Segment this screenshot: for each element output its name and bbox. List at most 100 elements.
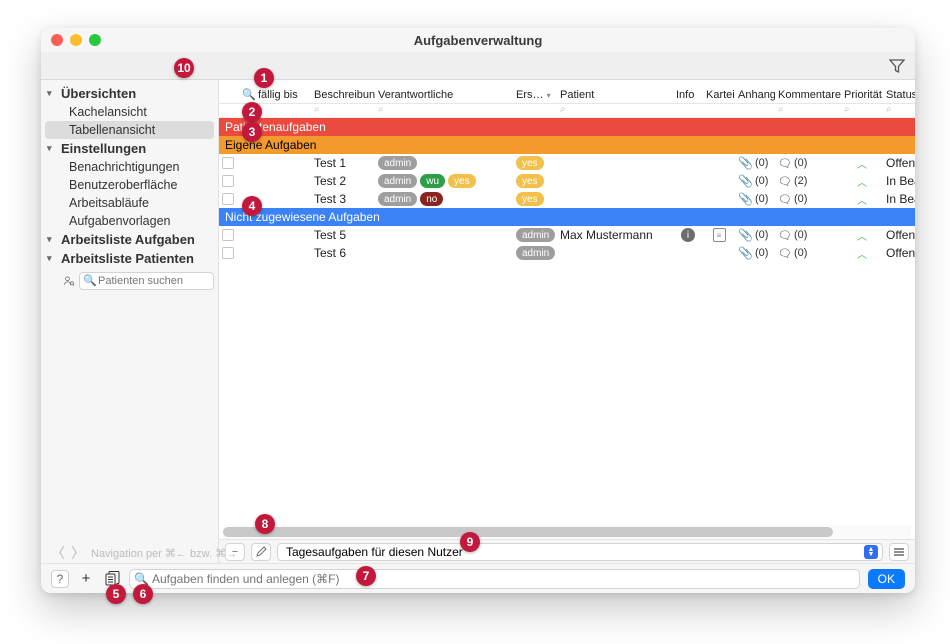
horizontal-scrollbar[interactable] bbox=[223, 525, 911, 539]
comment-icon: 🗨 bbox=[778, 229, 792, 242]
add-button[interactable]: + bbox=[77, 570, 95, 588]
row-checkbox[interactable] bbox=[222, 247, 234, 259]
col-search[interactable]: 🔍 bbox=[239, 88, 255, 101]
sidebar-item-tileview[interactable]: Kachelansicht bbox=[41, 103, 218, 121]
ok-button[interactable]: OK bbox=[868, 569, 905, 589]
patient-search-input[interactable] bbox=[79, 272, 214, 290]
help-button[interactable]: ? bbox=[51, 570, 69, 588]
select-stepper-icon: ▲▼ bbox=[864, 545, 878, 559]
paperclip-icon: 📎 bbox=[738, 174, 753, 188]
cell-status: Offen bbox=[883, 244, 915, 262]
col-due[interactable]: fällig bis bbox=[255, 89, 311, 101]
chevron-up-icon: ︿ bbox=[857, 174, 867, 189]
scroll-thumb[interactable] bbox=[223, 527, 833, 537]
annotation-marker-2: 2 bbox=[242, 102, 262, 122]
list-mode-button[interactable] bbox=[889, 543, 909, 561]
sidebar-group-label: Einstellungen bbox=[61, 141, 146, 156]
cell-desc: Test 3 bbox=[311, 190, 375, 208]
comment-icon: 🗨 bbox=[778, 247, 792, 260]
cell-ers: admin bbox=[513, 226, 557, 244]
cell-anhang: 📎(0) bbox=[735, 244, 775, 262]
paperclip-icon: 📎 bbox=[738, 192, 753, 206]
table-row[interactable]: Test 3 adminno yes 📎(0) 🗨(0) ︿ In Bear… bbox=[219, 190, 915, 208]
group-patient-tasks[interactable]: Patientenaufgaben bbox=[219, 118, 915, 136]
pill-admin: admin bbox=[378, 156, 417, 170]
cell-anhang: 📎(0) bbox=[735, 226, 775, 244]
task-search-input[interactable] bbox=[129, 569, 860, 589]
cell-anhang: 📎(0) bbox=[735, 154, 775, 172]
table-row[interactable]: Test 1 admin yes 📎(0) 🗨(0) ︿ Offen bbox=[219, 154, 915, 172]
group-own-tasks[interactable]: Eigene Aufgaben bbox=[219, 136, 915, 154]
cell-anhang: 📎(0) bbox=[735, 190, 775, 208]
pill-admin: admin bbox=[516, 246, 555, 260]
annotation-marker-7: 7 bbox=[356, 566, 376, 586]
sidebar-group-overviews[interactable]: ▾Übersichten bbox=[41, 84, 218, 103]
table-body[interactable]: Patientenaufgaben Eigene Aufgaben Test 1… bbox=[219, 118, 915, 525]
annotation-marker-3: 3 bbox=[242, 122, 262, 142]
quick-filter-select[interactable]: Tagesaufgaben für diesen Nutzer ▲▼ bbox=[277, 543, 883, 561]
search-icon: 🔍 bbox=[242, 89, 255, 101]
pill-yes: yes bbox=[448, 174, 476, 188]
sidebar-group-worklist-patients[interactable]: ▾Arbeitsliste Patienten bbox=[41, 249, 218, 268]
pill-yes: yes bbox=[516, 174, 544, 188]
pill-wu: wu bbox=[420, 174, 445, 188]
toolbar bbox=[41, 52, 915, 80]
col-status[interactable]: Status bbox=[883, 89, 915, 101]
cell-resp: admin bbox=[375, 154, 513, 172]
row-checkbox[interactable] bbox=[222, 229, 234, 241]
cell-patient: Max Mustermann bbox=[557, 226, 673, 244]
table-row[interactable]: Test 2 adminwuyes yes 📎(0) 🗨(2) ︿ In Bea… bbox=[219, 172, 915, 190]
window-title: Aufgabenverwaltung bbox=[41, 33, 915, 48]
col-kartei[interactable]: Kartei bbox=[703, 89, 735, 101]
sidebar-item-ui[interactable]: Benutzeroberfläche bbox=[41, 176, 218, 194]
cell-status: Offen bbox=[883, 154, 915, 172]
cell-resp: adminno bbox=[375, 190, 513, 208]
comment-icon: 🗨 bbox=[778, 193, 792, 206]
row-checkbox[interactable] bbox=[222, 193, 234, 205]
cell-info[interactable]: i bbox=[673, 226, 703, 244]
sidebar-group-settings[interactable]: ▾Einstellungen bbox=[41, 139, 218, 158]
table-row[interactable]: Test 6 admin 📎(0) 🗨(0) ︿ Offen bbox=[219, 244, 915, 262]
col-kommentare[interactable]: Kommentare bbox=[775, 89, 841, 101]
cell-desc: Test 1 bbox=[311, 154, 375, 172]
row-checkbox[interactable] bbox=[222, 175, 234, 187]
comment-icon: 🗨 bbox=[778, 157, 792, 170]
group-unassigned-tasks[interactable]: Nicht zugewiesene Aufgaben bbox=[219, 208, 915, 226]
chevron-right-icon[interactable]: 〉 bbox=[71, 543, 85, 563]
pill-admin: admin bbox=[378, 192, 417, 206]
annotation-marker-6: 6 bbox=[133, 584, 153, 604]
col-desc[interactable]: Beschreibung bbox=[311, 89, 375, 101]
col-info[interactable]: Info bbox=[673, 89, 703, 101]
sidebar-item-notifications[interactable]: Benachrichtigungen bbox=[41, 158, 218, 176]
filter-button[interactable] bbox=[887, 56, 907, 76]
table-row[interactable]: Test 5 admin Max Mustermann i ≡ 📎(0) 🗨(0… bbox=[219, 226, 915, 244]
nav-hint: 〈 〉 Navigation per ⌘← bzw. ⌘→ bbox=[51, 543, 237, 563]
chevron-left-icon[interactable]: 〈 bbox=[51, 543, 65, 563]
sidebar-item-tableview[interactable]: Tabellenansicht bbox=[45, 121, 214, 139]
edit-button[interactable] bbox=[251, 543, 271, 561]
nav-hint-text: Navigation per ⌘← bzw. ⌘→ bbox=[91, 547, 237, 560]
col-ers[interactable]: Ers… ▾ bbox=[513, 89, 557, 101]
chevron-up-icon: ︿ bbox=[857, 192, 867, 207]
patient-search-row: 🔍 bbox=[63, 272, 214, 290]
col-patient[interactable]: Patient bbox=[557, 89, 673, 101]
maximize-button[interactable] bbox=[89, 34, 101, 46]
sidebar-item-templates[interactable]: Aufgabenvorlagen bbox=[41, 212, 218, 230]
cell-status: In Bear… bbox=[883, 190, 915, 208]
row-checkbox[interactable] bbox=[222, 157, 234, 169]
annotation-marker-5: 5 bbox=[106, 584, 126, 604]
select-label: Tagesaufgaben für diesen Nutzer bbox=[286, 545, 463, 559]
body: ▾Übersichten Kachelansicht Tabellenansic… bbox=[41, 80, 915, 563]
sidebar-group-worklist-tasks[interactable]: ▾Arbeitsliste Aufgaben bbox=[41, 230, 218, 249]
minimize-button[interactable] bbox=[70, 34, 82, 46]
col-resp[interactable]: Verantwortliche bbox=[375, 89, 513, 101]
cell-kartei[interactable]: ≡ bbox=[703, 226, 735, 244]
table-area: 🔍 fällig bis Beschreibung Verantwortlich… bbox=[219, 80, 915, 563]
col-prio[interactable]: Priorität bbox=[841, 89, 883, 101]
sidebar-item-workflows[interactable]: Arbeitsabläufe bbox=[41, 194, 218, 212]
close-button[interactable] bbox=[51, 34, 63, 46]
col-anhang[interactable]: Anhang bbox=[735, 89, 775, 101]
sidebar-group-label: Arbeitsliste Patienten bbox=[61, 251, 194, 266]
annotation-marker-4: 4 bbox=[242, 196, 262, 216]
annotation-marker-10: 10 bbox=[174, 58, 194, 78]
